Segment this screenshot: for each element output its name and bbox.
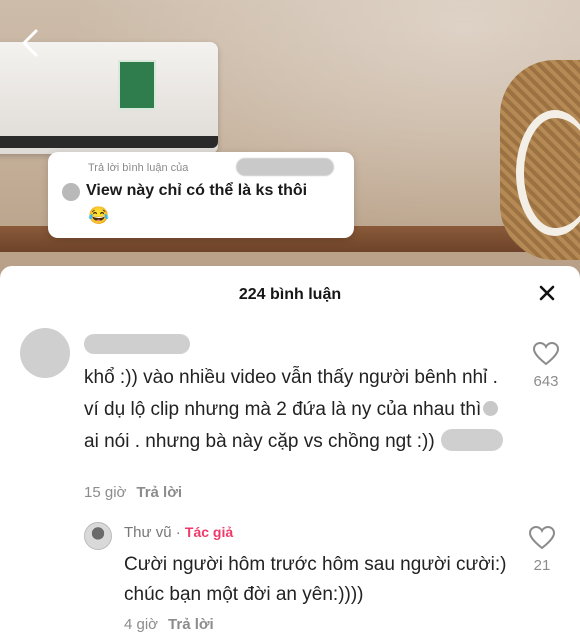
comment-like-button[interactable]: 643 xyxy=(526,341,566,390)
comments-count-title: 224 bình luận xyxy=(238,286,342,303)
laughing-emoji: 😂 xyxy=(88,206,110,225)
like-count: 21 xyxy=(533,557,551,574)
blurred-username xyxy=(236,158,334,176)
author-avatar[interactable] xyxy=(84,522,112,550)
blurred-tag xyxy=(440,429,503,451)
heart-icon xyxy=(528,525,556,550)
reply-author-line: Thư vũ · Tác giả xyxy=(124,524,233,541)
reply-like-button[interactable]: 21 xyxy=(522,525,562,574)
comment-meta: 15 giờ Trả lời xyxy=(84,484,182,501)
quoted-comment-text: View này chỉ có thể là ks thôi xyxy=(86,182,308,199)
comments-sheet: 224 bình luận khổ :)) vào nhiều video vẫ… xyxy=(0,266,580,642)
ac-vent xyxy=(0,136,218,148)
blurred-avatar xyxy=(62,183,80,201)
back-button[interactable] xyxy=(20,28,50,64)
reply-to-label: Trả lời bình luận của xyxy=(88,162,189,174)
blurred-commenter-name[interactable] xyxy=(84,334,190,354)
video-background xyxy=(0,0,580,280)
blurred-mention xyxy=(483,401,499,416)
reply-button[interactable]: Trả lời xyxy=(136,484,182,501)
reply-author-name[interactable]: Thư vũ xyxy=(124,524,172,541)
reply-to-reply-button[interactable]: Trả lời xyxy=(168,616,214,633)
avatar[interactable] xyxy=(20,328,70,378)
heart-icon xyxy=(532,341,560,366)
like-count: 643 xyxy=(533,373,559,390)
reply-text: Cười người hôm trước hôm sau người cười:… xyxy=(124,554,507,605)
close-button[interactable] xyxy=(536,282,558,304)
author-badge: Tác giả xyxy=(184,524,234,540)
reply-meta: 4 giờ Trả lời xyxy=(124,616,214,633)
author-separator: · xyxy=(171,524,185,541)
comment-text: khổ :)) vào nhiều video vẫn thấy người b… xyxy=(84,362,514,458)
comment-text-part-1: khổ :)) vào nhiều video vẫn thấy người b… xyxy=(84,367,498,420)
reply-to-comment-sticker: Trả lời bình luận của View này chỉ có th… xyxy=(48,152,354,238)
reply-time: 4 giờ xyxy=(124,616,159,633)
comment-text-part-2: ai nói . nhưng bà này cặp vs chồng ngt :… xyxy=(84,431,435,452)
close-icon xyxy=(539,285,555,301)
chevron-left-icon xyxy=(22,29,38,57)
energy-label-sticker xyxy=(118,60,156,110)
comment-time: 15 giờ xyxy=(84,484,127,501)
